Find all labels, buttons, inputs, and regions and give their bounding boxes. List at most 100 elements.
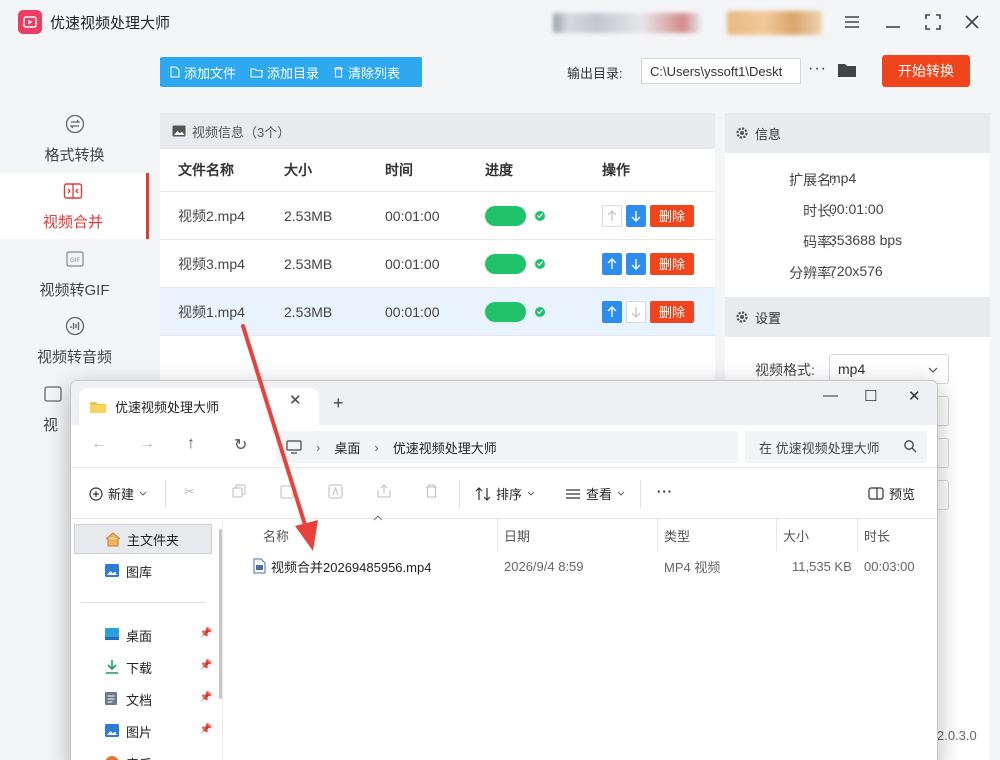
file-type: MP4 视频 xyxy=(664,559,721,575)
clear-list-button[interactable]: 清除列表 xyxy=(333,63,400,82)
col-date[interactable]: 日期 xyxy=(504,519,530,551)
sort-label: 排序 xyxy=(496,487,523,502)
check-icon xyxy=(535,258,545,269)
nav-item-downloads[interactable]: 下载 📌 xyxy=(74,652,212,682)
nav-item-gallery[interactable]: 图库 xyxy=(74,556,212,586)
nav-item-music[interactable]: 音乐 xyxy=(74,748,212,760)
refresh-icon[interactable]: ↻ xyxy=(234,435,247,455)
move-down-button[interactable] xyxy=(626,204,646,227)
pictures-icon xyxy=(105,724,119,737)
col-filename: 文件名称 xyxy=(178,162,234,178)
plus-circle-icon xyxy=(89,486,103,501)
breadcrumb-desktop[interactable]: 桌面 xyxy=(334,438,360,457)
table-row[interactable]: 视频2.mp4 2.53MB 00:01:00 删除 xyxy=(160,191,715,239)
progress-bar xyxy=(485,205,526,226)
explorer-tab-bar: 优速视频处理大师 ✕ + — ☐ ✕ xyxy=(71,381,937,425)
info-value: mp4 xyxy=(829,170,857,186)
sidebar-item-video-to-gif[interactable]: GIF 视频转GIF xyxy=(0,241,149,307)
menu-icon[interactable] xyxy=(840,10,864,34)
up-icon[interactable]: ↑ xyxy=(187,435,195,453)
maximize-icon[interactable] xyxy=(921,10,945,34)
file-table-header: 文件名称 大小 时间 进度 操作 xyxy=(160,149,715,191)
file-explorer-window: 优速视频处理大师 ✕ + — ☐ ✕ ← → ↑ ↻ › 桌面 › 优速视频处理… xyxy=(70,380,938,760)
forward-icon[interactable]: → xyxy=(139,435,155,453)
delete-button[interactable]: 删除 xyxy=(650,204,694,227)
chevron-down-icon xyxy=(527,491,535,496)
file-toolbar: 添加文件 添加目录 清除列表 xyxy=(160,57,422,87)
file-size: 2.53MB xyxy=(284,303,333,320)
col-size[interactable]: 大小 xyxy=(783,519,809,551)
nav-scrollbar[interactable] xyxy=(219,529,222,699)
delete-icon[interactable] xyxy=(425,484,438,498)
nav-label: 下载 xyxy=(126,660,153,676)
back-icon[interactable]: ← xyxy=(91,435,107,453)
minimize-icon[interactable] xyxy=(881,10,905,34)
move-up-button[interactable] xyxy=(602,252,622,275)
col-name[interactable]: 名称 xyxy=(263,519,289,551)
col-size: 大小 xyxy=(284,162,312,178)
close-icon[interactable]: ✕ xyxy=(908,387,921,405)
rename-icon[interactable] xyxy=(328,484,343,499)
minimize-icon[interactable]: — xyxy=(823,387,838,404)
desktop-icon xyxy=(105,628,119,640)
new-tab-icon[interactable]: + xyxy=(333,393,344,414)
start-convert-button[interactable]: 开始转换 xyxy=(882,55,970,87)
output-more-button[interactable]: ··· xyxy=(808,60,827,78)
add-directory-button[interactable]: 添加目录 xyxy=(250,63,319,82)
col-type[interactable]: 类型 xyxy=(664,519,690,551)
preview-pane-icon xyxy=(868,487,884,500)
add-file-button[interactable]: 添加文件 xyxy=(170,63,236,82)
paste-icon[interactable] xyxy=(280,484,294,499)
close-icon[interactable] xyxy=(960,10,984,34)
col-duration[interactable]: 时长 xyxy=(864,519,890,551)
nav-item-documents[interactable]: 文档 📌 xyxy=(74,684,212,714)
video-icon xyxy=(43,384,63,408)
move-up-button[interactable] xyxy=(602,204,622,227)
nav-item-home[interactable]: 主文件夹 xyxy=(74,524,212,554)
table-row[interactable]: 视频3.mp4 2.53MB 00:01:00 删除 xyxy=(160,239,715,287)
nav-item-desktop[interactable]: 桌面 📌 xyxy=(74,620,212,650)
sort-ascending-icon xyxy=(373,515,383,521)
address-bar[interactable]: › 桌面 › 优速视频处理大师 xyxy=(276,431,738,463)
sidebar-item-video-to-audio[interactable]: 视频转音频 xyxy=(0,308,149,374)
file-name: 视频2.mp4 xyxy=(178,207,245,224)
sort-button[interactable]: 排序 xyxy=(475,484,535,503)
video-file-icon xyxy=(253,558,266,574)
output-directory-label: 输出目录: xyxy=(567,66,623,81)
more-options-button[interactable]: ··· xyxy=(657,484,673,499)
nav-label: 主文件夹 xyxy=(127,532,180,548)
preview-button[interactable]: 预览 xyxy=(868,484,915,503)
format-convert-icon xyxy=(65,114,85,138)
breadcrumb-folder[interactable]: 优速视频处理大师 xyxy=(393,438,497,457)
sidebar-item-label: 视频转GIF xyxy=(39,281,110,299)
table-row[interactable]: 视频1.mp4 2.53MB 00:01:00 删除 xyxy=(160,287,715,335)
sidebar-item-format-convert[interactable]: 格式转换 xyxy=(0,106,149,172)
document-icon xyxy=(105,692,117,705)
move-up-button[interactable] xyxy=(602,300,622,323)
cut-icon[interactable]: ✂ xyxy=(184,484,195,500)
divider xyxy=(459,480,460,508)
sidebar-item-video-merge[interactable]: 视频合并 xyxy=(0,173,149,239)
copy-icon[interactable] xyxy=(232,484,246,498)
explorer-tab[interactable]: 优速视频处理大师 xyxy=(79,388,319,425)
nav-divider xyxy=(81,602,206,603)
output-directory-field[interactable]: C:\Users\yssoft1\Deskt xyxy=(641,58,801,84)
close-tab-icon[interactable]: ✕ xyxy=(289,391,302,409)
search-input[interactable]: 在 优速视频处理大师 xyxy=(745,431,927,463)
new-button[interactable]: 新建 xyxy=(89,484,147,503)
list-item[interactable]: 视频合并20269485956.mp4 2026/9/4 8:59 MP4 视频… xyxy=(231,553,937,579)
view-button[interactable]: 查看 xyxy=(565,484,625,503)
delete-button[interactable]: 删除 xyxy=(650,252,694,275)
move-down-button[interactable] xyxy=(626,252,646,275)
breadcrumb-chevron-icon: › xyxy=(374,439,379,455)
maximize-icon[interactable]: ☐ xyxy=(864,387,877,405)
file-icon xyxy=(170,66,180,78)
arrow-up-icon xyxy=(607,305,617,317)
open-folder-icon[interactable] xyxy=(837,61,857,81)
share-icon[interactable] xyxy=(377,484,392,498)
file-size: 2.53MB xyxy=(284,255,333,272)
nav-item-pictures[interactable]: 图片 📌 xyxy=(74,716,212,746)
delete-button[interactable]: 删除 xyxy=(650,300,694,323)
move-down-button[interactable] xyxy=(626,300,646,323)
gallery-icon xyxy=(105,564,119,577)
